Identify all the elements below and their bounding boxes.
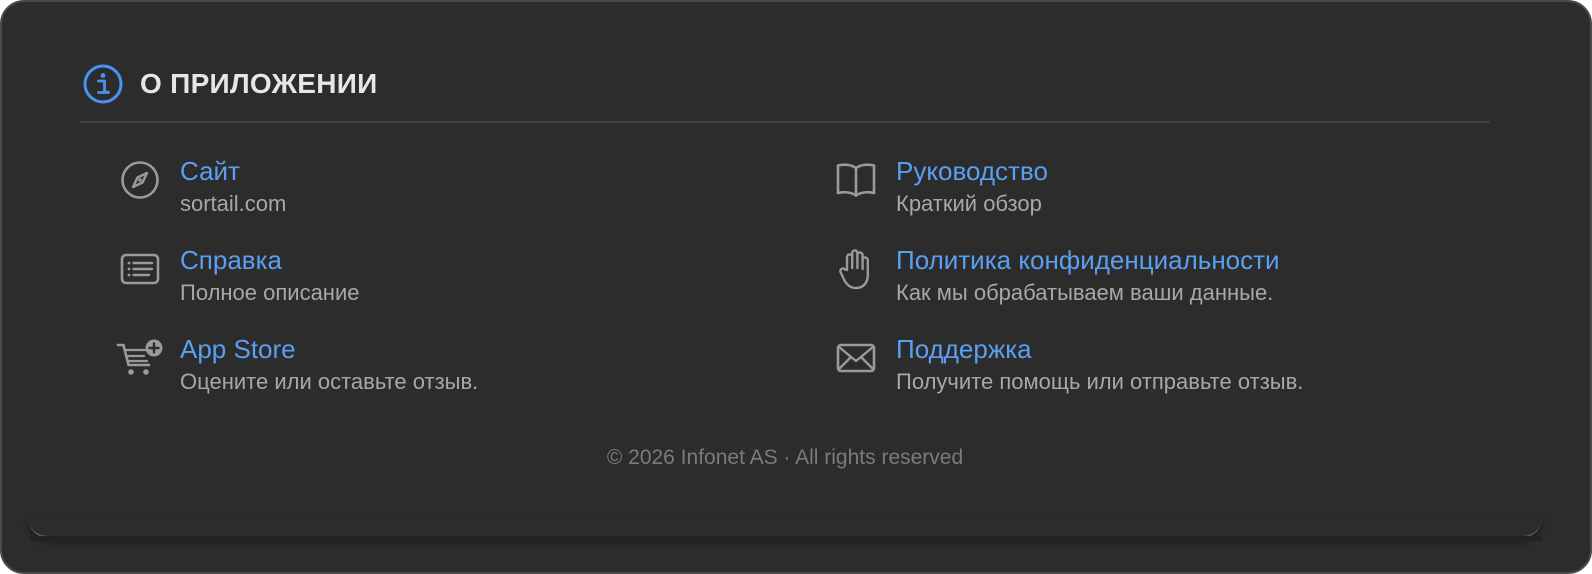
privacy-policy-link[interactable]: Политика конфиденциальности	[896, 245, 1280, 275]
support-link[interactable]: Поддержка	[896, 334, 1303, 364]
site-subtitle: sortail.com	[180, 191, 287, 216]
guide-link[interactable]: Руководство	[896, 156, 1048, 186]
section-title: О ПРИЛОЖЕНИИ	[140, 68, 378, 99]
app-store-subtitle: Оцените или оставьте отзыв.	[180, 369, 479, 394]
list-item-privacy: Политика конфиденциальности Как мы обраб…	[832, 245, 1280, 307]
list-item-guide: Руководство Краткий обзор	[832, 156, 1048, 218]
info-icon	[83, 64, 123, 104]
guide-subtitle: Краткий обзор	[896, 191, 1042, 216]
privacy-policy-subtitle: Как мы обрабатываем ваши данные.	[896, 280, 1274, 305]
support-subtitle: Получите помощь или отправьте отзыв.	[896, 369, 1304, 394]
book-icon	[832, 156, 880, 204]
list-item-help: Справка Полное описание	[116, 245, 359, 307]
site-link[interactable]: Сайт	[180, 156, 286, 186]
section-header: О ПРИЛОЖЕНИИ	[82, 62, 378, 106]
list-item-support: Поддержка Получите помощь или отправьте …	[832, 334, 1303, 396]
about-panel: О ПРИЛОЖЕНИИ Сайт sortail.com Руководств…	[0, 0, 1592, 574]
help-link[interactable]: Справка	[180, 245, 359, 275]
cart-plus-icon	[116, 334, 164, 382]
panel-bottom-edge	[28, 516, 1542, 538]
list-item-site: Сайт sortail.com	[116, 156, 286, 218]
raised-hand-icon	[832, 245, 880, 293]
text-document-icon	[116, 245, 164, 293]
panel-bottom-shadow	[30, 536, 1542, 541]
help-subtitle: Полное описание	[180, 280, 360, 305]
envelope-icon	[832, 334, 880, 382]
divider	[80, 121, 1490, 123]
copyright-footer: © 2026 Infonet AS · All rights reserved	[606, 446, 964, 469]
compass-icon	[116, 156, 164, 204]
list-item-app-store: App Store Оцените или оставьте отзыв.	[116, 334, 478, 396]
app-store-link[interactable]: App Store	[180, 334, 478, 364]
